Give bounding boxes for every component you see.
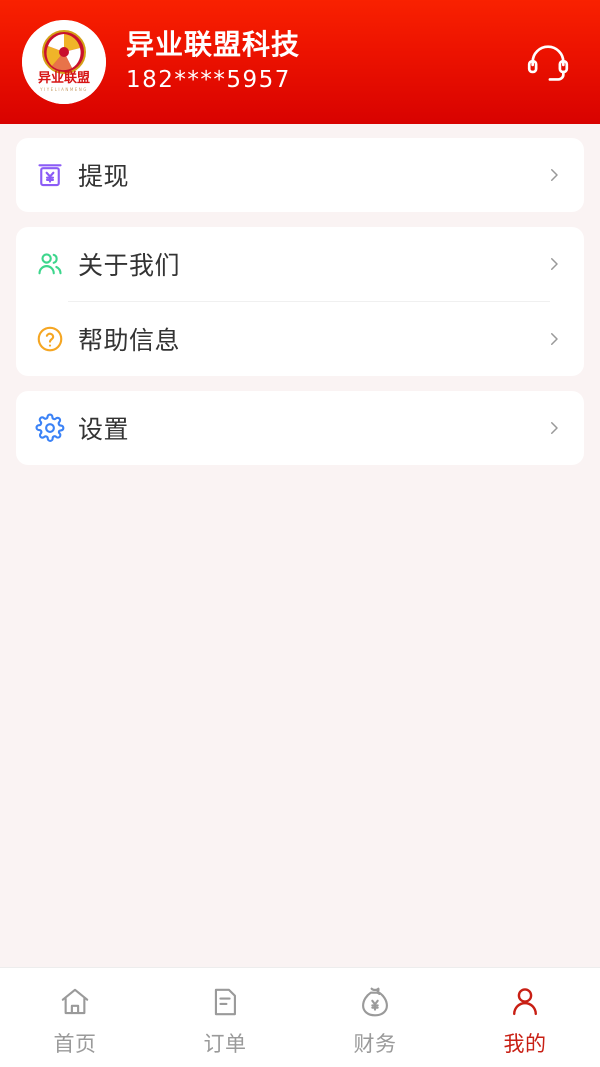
tab-label: 首页	[53, 1032, 97, 1056]
org-name: 异业联盟科技	[126, 28, 301, 62]
customer-service-button[interactable]	[522, 36, 574, 88]
chevron-right-icon	[544, 418, 564, 438]
tab-mine[interactable]: 我的	[450, 982, 600, 1058]
menu-item-settings[interactable]: 设置	[16, 391, 584, 465]
menu-item-help[interactable]: 帮助信息	[16, 302, 584, 376]
app-screen: 异业联盟 YIYELIANMENG 异业联盟科技 182****5957 提现 …	[0, 0, 600, 1067]
tab-label: 我的	[503, 1032, 547, 1056]
chevron-right-icon	[544, 254, 564, 274]
profile-header: 异业联盟 YIYELIANMENG 异业联盟科技 182****5957	[0, 0, 600, 124]
tab-orders[interactable]: 订单	[150, 982, 300, 1058]
withdraw-atm-icon	[30, 155, 70, 195]
menu-area: 提现 关于我们 帮助信息 设置	[0, 124, 600, 967]
menu-item-withdraw[interactable]: 提现	[16, 138, 584, 212]
document-icon	[208, 982, 242, 1022]
menu-card-info: 关于我们 帮助信息	[16, 227, 584, 376]
person-icon	[508, 982, 542, 1022]
brand-logo-icon: 异业联盟 YIYELIANMENG	[22, 20, 106, 104]
chevron-right-icon	[544, 165, 564, 185]
menu-item-about-us[interactable]: 关于我们	[16, 227, 584, 301]
question-circle-icon	[30, 319, 70, 359]
home-icon	[58, 982, 92, 1022]
tab-label: 订单	[203, 1032, 247, 1056]
menu-item-label: 关于我们	[78, 251, 181, 280]
bottom-navigation: 首页 订单 财务 我的	[0, 967, 600, 1067]
headset-icon	[527, 45, 569, 81]
svg-text:异业联盟: 异业联盟	[38, 70, 90, 86]
phone-number: 182****5957	[126, 67, 291, 94]
users-icon	[30, 244, 70, 284]
svg-text:YIYELIANMENG: YIYELIANMENG	[39, 87, 88, 92]
tab-label: 财务	[353, 1032, 397, 1056]
menu-item-label: 帮助信息	[78, 326, 181, 355]
identity-block: 异业联盟科技 182****5957	[126, 27, 522, 96]
chevron-right-icon	[544, 329, 564, 349]
menu-card-settings: 设置	[16, 391, 584, 465]
tab-home[interactable]: 首页	[0, 982, 150, 1058]
tab-finance[interactable]: 财务	[300, 982, 450, 1058]
menu-item-label: 设置	[78, 415, 130, 444]
avatar[interactable]: 异业联盟 YIYELIANMENG	[22, 20, 106, 104]
money-bag-icon	[358, 982, 392, 1022]
menu-card-finance: 提现	[16, 138, 584, 212]
menu-item-label: 提现	[78, 162, 130, 191]
gear-icon	[30, 408, 70, 448]
